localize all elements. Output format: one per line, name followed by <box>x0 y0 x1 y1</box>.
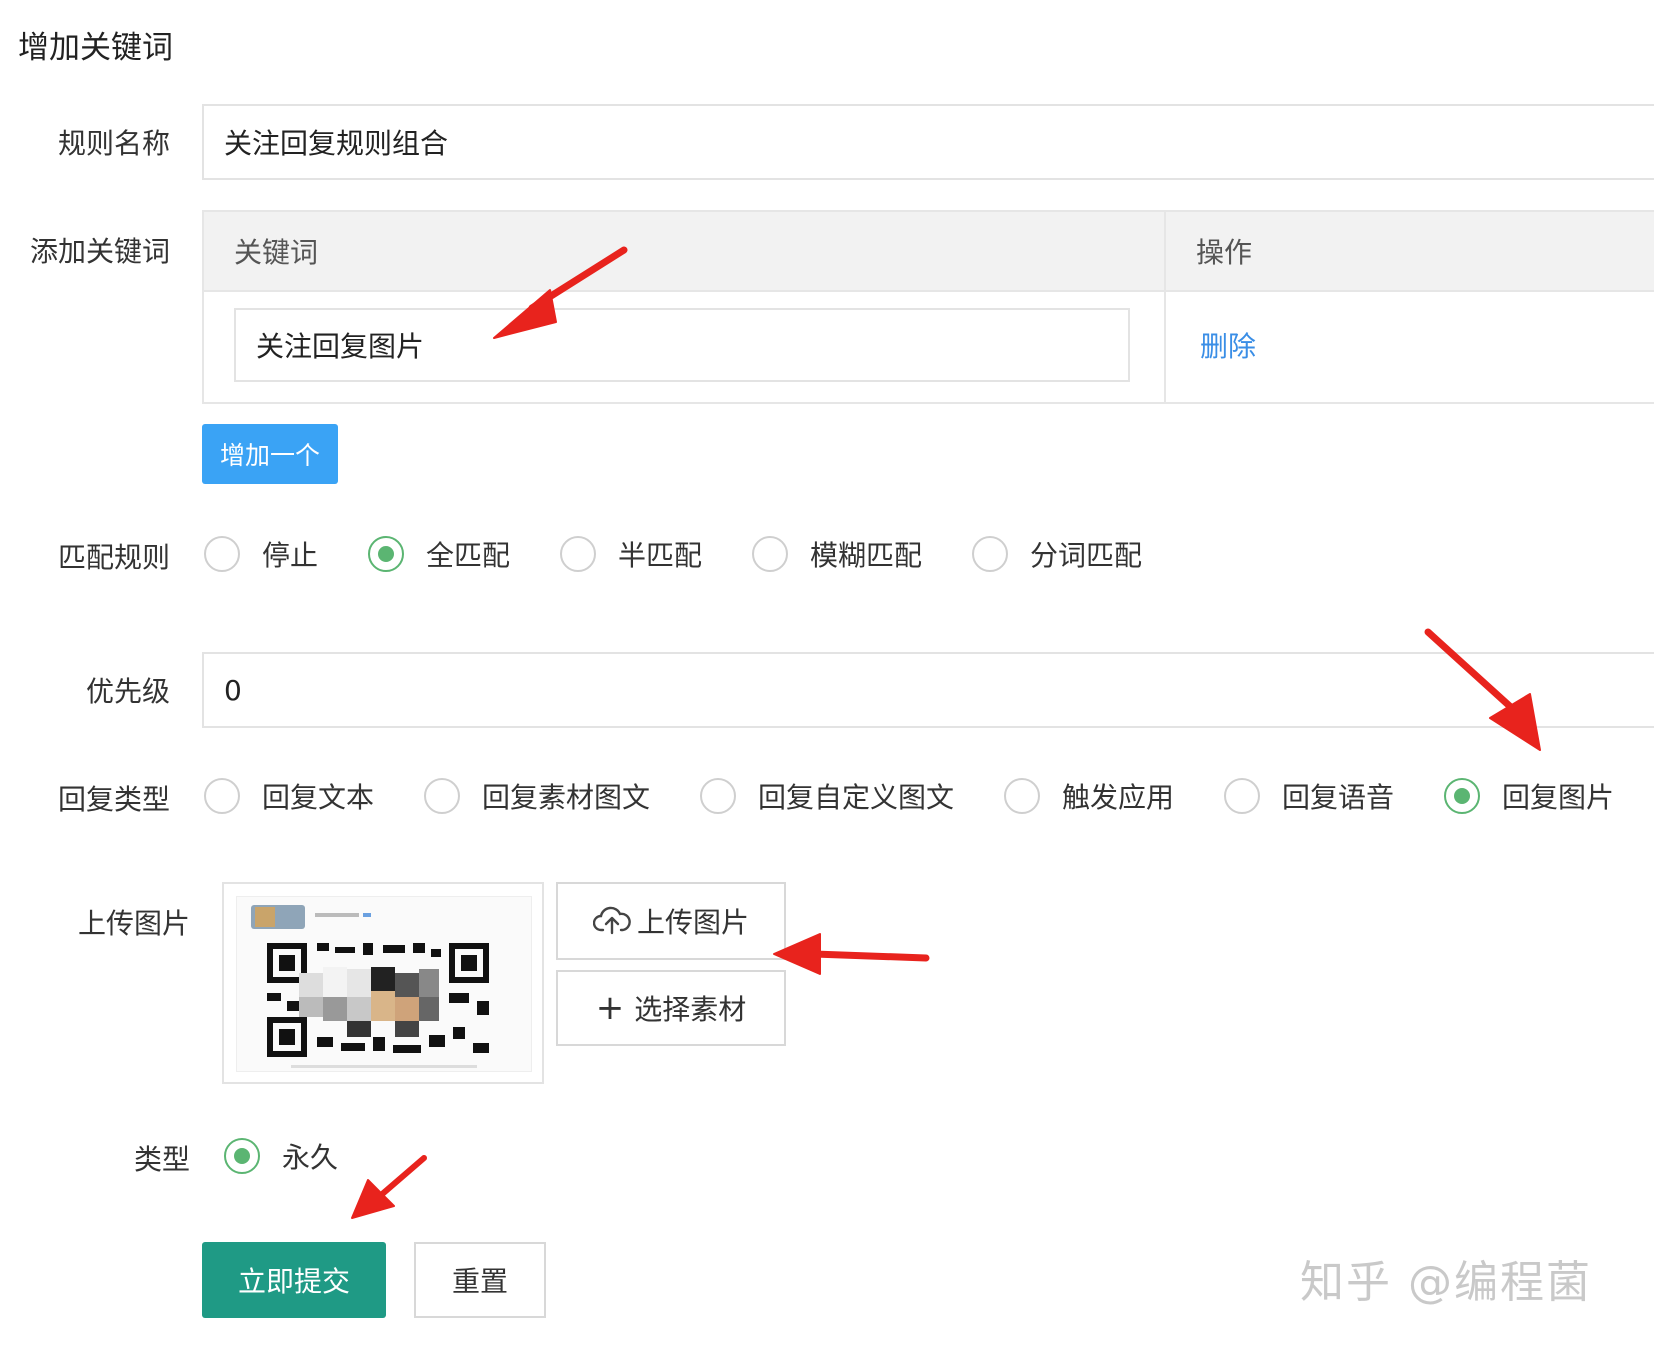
delete-link[interactable]: 删除 <box>1200 308 1256 382</box>
image-preview <box>222 882 544 1084</box>
radio-label: 触发应用 <box>1062 781 1175 814</box>
match-rule-label: 匹配规则 <box>57 541 170 574</box>
reply-type-option-trigger-app[interactable]: 触发应用 <box>1004 776 1174 816</box>
match-rule-option-segment[interactable]: 分词匹配 <box>972 534 1142 574</box>
radio-checked-icon[interactable] <box>368 536 404 572</box>
type-option-permanent[interactable]: 永久 <box>224 1136 338 1176</box>
radio-icon[interactable] <box>560 536 596 572</box>
rule-name-label: 规则名称 <box>57 127 170 160</box>
radio-icon[interactable] <box>1224 778 1260 814</box>
radio-label: 分词匹配 <box>1030 539 1143 572</box>
radio-icon[interactable] <box>752 536 788 572</box>
match-rule-option-full[interactable]: 全匹配 <box>368 534 510 574</box>
radio-label: 回复文本 <box>262 781 375 814</box>
match-rule-option-fuzzy[interactable]: 模糊匹配 <box>752 534 922 574</box>
radio-icon[interactable] <box>700 778 736 814</box>
radio-icon[interactable] <box>204 536 240 572</box>
select-material-button[interactable]: + 选择素材 <box>556 970 786 1046</box>
keyword-table: 关键词 操作 关注回复图片 删除 <box>202 210 1654 404</box>
radio-label: 全匹配 <box>426 539 511 572</box>
rule-name-input[interactable]: 关注回复规则组合 <box>202 104 1654 180</box>
upload-image-button-label: 上传图片 <box>636 906 749 939</box>
radio-label: 回复语音 <box>1282 781 1395 814</box>
radio-icon[interactable] <box>1004 778 1040 814</box>
priority-label: 优先级 <box>85 675 170 708</box>
radio-label: 半匹配 <box>618 539 703 572</box>
reply-type-option-image[interactable]: 回复图片 <box>1444 776 1614 816</box>
qr-code-image <box>236 896 532 1072</box>
cloud-upload-icon <box>592 906 631 936</box>
reply-type-option-voice[interactable]: 回复语音 <box>1224 776 1394 816</box>
column-divider <box>1164 212 1166 402</box>
red-arrow-icon <box>351 1155 427 1219</box>
column-header-action: 操作 <box>1196 236 1253 269</box>
radio-icon[interactable] <box>204 778 240 814</box>
add-keyword-label: 添加关键词 <box>29 235 170 268</box>
reply-type-option-text[interactable]: 回复文本 <box>204 776 374 816</box>
submit-button[interactable]: 立即提交 <box>202 1242 386 1318</box>
radio-label: 回复图片 <box>1502 781 1615 814</box>
select-material-button-label: 选择素材 <box>634 993 747 1026</box>
match-rule-option-stop[interactable]: 停止 <box>204 534 318 574</box>
radio-icon[interactable] <box>972 536 1008 572</box>
red-arrow-icon <box>773 933 930 975</box>
radio-checked-icon[interactable] <box>224 1138 260 1174</box>
upload-image-label: 上传图片 <box>77 907 190 940</box>
add-one-button[interactable]: 增加一个 <box>202 424 338 484</box>
radio-label: 回复素材图文 <box>482 781 651 814</box>
upload-image-button[interactable]: 上传图片 <box>556 882 786 960</box>
column-header-keyword: 关键词 <box>234 236 319 269</box>
plus-icon: + <box>595 988 625 1028</box>
radio-label: 永久 <box>282 1141 339 1174</box>
keyword-table-header: 关键词 操作 <box>204 212 1654 292</box>
radio-checked-icon[interactable] <box>1444 778 1480 814</box>
reply-type-option-custom-article[interactable]: 回复自定义图文 <box>700 776 954 816</box>
priority-input[interactable]: 0 <box>202 652 1654 728</box>
radio-label: 停止 <box>262 539 319 572</box>
type-label: 类型 <box>133 1143 190 1176</box>
page-title: 增加关键词 <box>18 30 173 66</box>
radio-icon[interactable] <box>424 778 460 814</box>
reply-type-label: 回复类型 <box>57 783 170 816</box>
radio-label: 回复自定义图文 <box>758 781 955 814</box>
watermark: 知乎 @编程菌 <box>1300 1257 1592 1308</box>
match-rule-option-half[interactable]: 半匹配 <box>560 534 702 574</box>
reset-button[interactable]: 重置 <box>414 1242 546 1318</box>
keyword-input[interactable]: 关注回复图片 <box>234 308 1130 382</box>
reply-type-option-material-article[interactable]: 回复素材图文 <box>424 776 650 816</box>
radio-label: 模糊匹配 <box>810 539 923 572</box>
